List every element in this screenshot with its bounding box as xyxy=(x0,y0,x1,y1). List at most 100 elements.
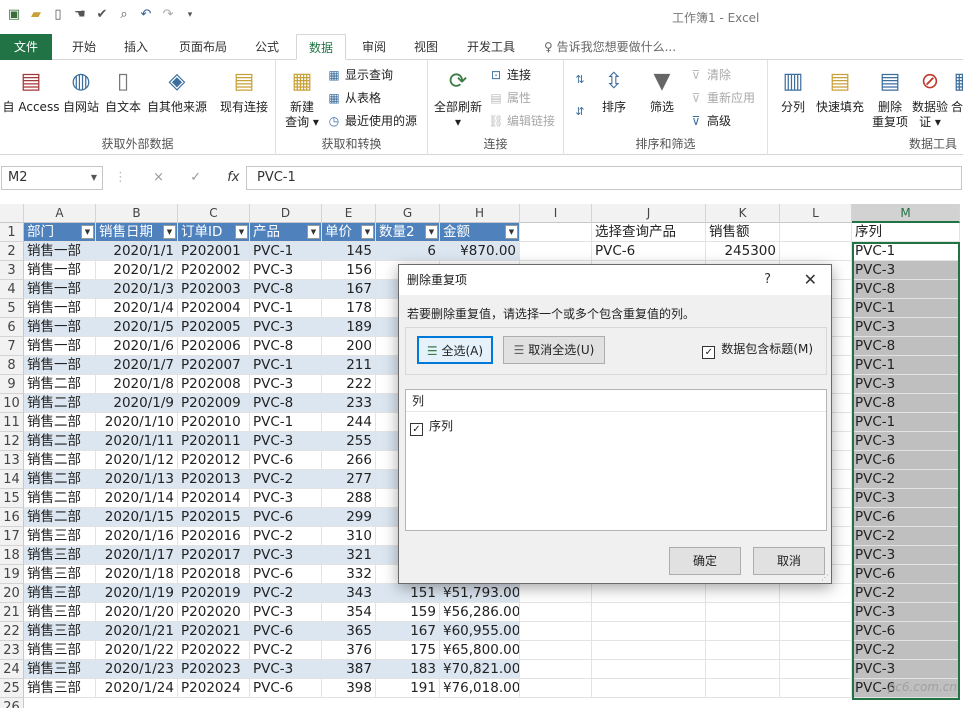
table-cell[interactable]: 183 xyxy=(376,660,440,679)
column-header-i[interactable]: I xyxy=(520,204,592,223)
table-cell[interactable]: 365 xyxy=(322,622,376,641)
table-cell[interactable]: 200 xyxy=(322,337,376,356)
cell[interactable] xyxy=(592,584,706,603)
table-cell[interactable]: 销售三部 xyxy=(24,546,96,565)
table-cell[interactable]: 销售一部 xyxy=(24,299,96,318)
table-cell[interactable]: P202010 xyxy=(178,413,250,432)
table-cell[interactable]: PVC-6 xyxy=(250,508,322,527)
row-header[interactable]: 5 xyxy=(0,299,24,318)
table-cell[interactable]: 277 xyxy=(322,470,376,489)
table-cell[interactable]: 2020/1/14 xyxy=(96,489,178,508)
ok-button[interactable]: 确定 xyxy=(669,547,741,575)
table-cell[interactable]: PVC-2 xyxy=(250,584,322,603)
row-header[interactable]: 19 xyxy=(0,565,24,584)
sequence-cell[interactable]: PVC-3 xyxy=(852,375,960,394)
table-cell[interactable]: 销售二部 xyxy=(24,470,96,489)
table-cell[interactable]: P202013 xyxy=(178,470,250,489)
filter-button[interactable]: ▼ 筛选 xyxy=(644,68,680,115)
table-cell[interactable]: 178 xyxy=(322,299,376,318)
row-header[interactable]: 14 xyxy=(0,470,24,489)
column-header-g[interactable]: G xyxy=(376,204,440,223)
from-web-button[interactable]: ◍ 自网站 xyxy=(62,68,100,115)
table-cell[interactable]: PVC-6 xyxy=(250,451,322,470)
table-cell[interactable]: 2020/1/18 xyxy=(96,565,178,584)
table-cell[interactable]: 376 xyxy=(322,641,376,660)
table-cell[interactable]: 2020/1/13 xyxy=(96,470,178,489)
table-cell[interactable]: ¥51,793.00 xyxy=(440,584,520,603)
cell[interactable] xyxy=(706,622,780,641)
table-cell[interactable]: PVC-6 xyxy=(250,679,322,698)
table-cell[interactable]: PVC-2 xyxy=(250,470,322,489)
table-cell[interactable]: 销售二部 xyxy=(24,508,96,527)
tab-home[interactable]: 开始 xyxy=(60,34,108,60)
cell[interactable] xyxy=(780,622,852,641)
sequence-cell[interactable]: PVC-3 xyxy=(852,261,960,280)
table-cell[interactable]: 销售三部 xyxy=(24,660,96,679)
cell[interactable] xyxy=(780,242,852,261)
table-cell[interactable]: 159 xyxy=(376,603,440,622)
customize-icon[interactable]: ▾ xyxy=(182,6,198,24)
table-cell[interactable]: 2020/1/4 xyxy=(96,299,178,318)
table-cell[interactable]: PVC-2 xyxy=(250,641,322,660)
row-header[interactable]: 13 xyxy=(0,451,24,470)
row-header[interactable]: 7 xyxy=(0,337,24,356)
row-header[interactable]: 26 xyxy=(0,698,24,708)
table-cell[interactable]: 175 xyxy=(376,641,440,660)
row-header[interactable]: 1 xyxy=(0,223,24,242)
table-cell[interactable]: ¥870.00 xyxy=(440,242,520,261)
table-cell[interactable]: ¥60,955.00 xyxy=(440,622,520,641)
sequence-cell[interactable]: PVC-8 xyxy=(852,337,960,356)
remove-duplicates-button[interactable]: ▤ 删除 重复项 xyxy=(868,68,912,130)
from-access-button[interactable]: ▤ 自 Access xyxy=(2,68,60,115)
table-cell[interactable]: P202003 xyxy=(178,280,250,299)
cell[interactable] xyxy=(706,641,780,660)
sequence-cell[interactable]: PVC-3 xyxy=(852,489,960,508)
select-all-corner[interactable] xyxy=(0,204,24,223)
recent-sources-button[interactable]: ◷ 最近使用的源 xyxy=(326,111,417,131)
row-header[interactable]: 11 xyxy=(0,413,24,432)
table-cell[interactable]: 6 xyxy=(376,242,440,261)
table-cell[interactable]: PVC-3 xyxy=(250,603,322,622)
table-cell[interactable]: P202017 xyxy=(178,546,250,565)
has-headers-checkbox[interactable]: ✓ 数据包含标题(M) xyxy=(702,340,813,359)
table-cell[interactable]: 2020/1/6 xyxy=(96,337,178,356)
table-header-cell[interactable]: 单价 ▼ xyxy=(322,223,376,242)
table-cell[interactable]: PVC-8 xyxy=(250,394,322,413)
cell[interactable]: 245300 xyxy=(706,242,780,261)
table-cell[interactable]: PVC-1 xyxy=(250,242,322,261)
table-cell[interactable]: P202022 xyxy=(178,641,250,660)
table-cell[interactable]: 销售三部 xyxy=(24,565,96,584)
sequence-cell[interactable]: PVC-6 xyxy=(852,565,960,584)
table-header-cell[interactable]: 部门 ▼ xyxy=(24,223,96,242)
row-header[interactable]: 6 xyxy=(0,318,24,337)
table-header-cell[interactable]: 数量2 ▼ xyxy=(376,223,440,242)
table-cell[interactable]: 354 xyxy=(322,603,376,622)
cell[interactable] xyxy=(592,679,706,698)
from-other-sources-button[interactable]: ◈ 自其他来源 xyxy=(146,68,208,115)
row-header[interactable]: 21 xyxy=(0,603,24,622)
sequence-cell[interactable]: PVC-2 xyxy=(852,641,960,660)
cell[interactable] xyxy=(706,679,780,698)
row-header[interactable]: 8 xyxy=(0,356,24,375)
row-header[interactable]: 3 xyxy=(0,261,24,280)
table-cell[interactable]: P202014 xyxy=(178,489,250,508)
table-cell[interactable]: 310 xyxy=(322,527,376,546)
help-icon[interactable]: ? xyxy=(764,265,771,295)
table-cell[interactable]: 2020/1/24 xyxy=(96,679,178,698)
sequence-cell[interactable]: PVC-3 xyxy=(852,318,960,337)
table-cell[interactable]: 销售二部 xyxy=(24,489,96,508)
row-header[interactable]: 10 xyxy=(0,394,24,413)
table-cell[interactable]: 2020/1/10 xyxy=(96,413,178,432)
list-item[interactable]: ✓ 序列 xyxy=(410,418,453,436)
spell-check-icon[interactable]: ✔ xyxy=(94,6,110,24)
table-cell[interactable]: P202020 xyxy=(178,603,250,622)
tab-developer[interactable]: 开发工具 xyxy=(458,34,524,60)
table-cell[interactable]: PVC-6 xyxy=(250,565,322,584)
tab-review[interactable]: 审阅 xyxy=(352,34,396,60)
table-cell[interactable]: 167 xyxy=(322,280,376,299)
filter-dropdown-icon[interactable]: ▼ xyxy=(307,225,320,239)
table-cell[interactable]: 343 xyxy=(322,584,376,603)
header-cell[interactable]: 序列 xyxy=(852,223,960,242)
cell[interactable] xyxy=(520,603,592,622)
table-cell[interactable]: 销售二部 xyxy=(24,451,96,470)
